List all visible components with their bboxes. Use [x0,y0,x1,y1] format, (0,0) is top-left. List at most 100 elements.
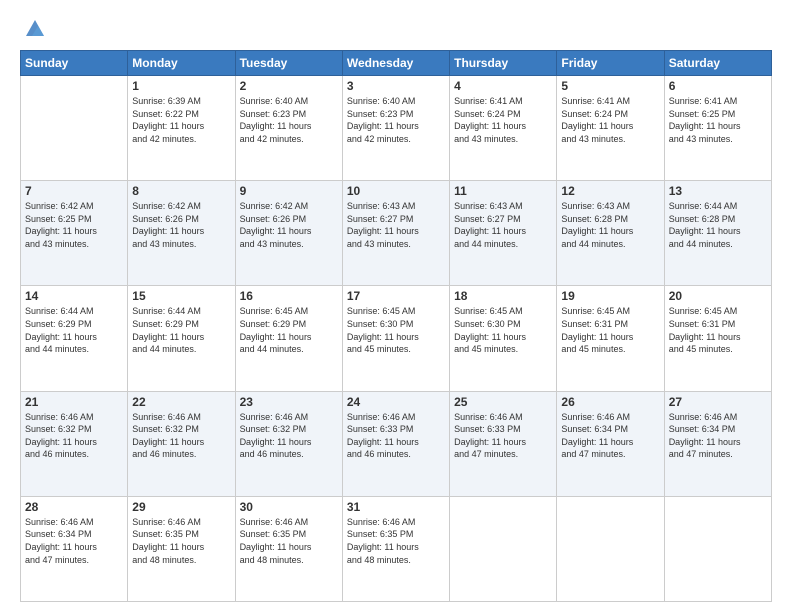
calendar-cell: 29Sunrise: 6:46 AM Sunset: 6:35 PM Dayli… [128,496,235,601]
day-number: 3 [347,79,445,93]
day-number: 4 [454,79,552,93]
day-content: Sunrise: 6:44 AM Sunset: 6:28 PM Dayligh… [669,200,767,250]
calendar-cell: 18 Sunrise: 6:45 AM Sunset: 6:30 PM Dayli… [450,286,557,391]
weekday-header: Sunday [21,51,128,76]
calendar-cell: 7Sunrise: 6:42 AM Sunset: 6:25 PM Daylig… [21,181,128,286]
calendar-cell: 22 Sunrise: 6:46 AM Sunset: 6:32 PM Dayli… [128,391,235,496]
day-content: Sunrise: 6:41 AM Sunset: 6:24 PM Dayligh… [561,95,659,145]
day-number: 2 [240,79,338,93]
day-content: Sunrise: 6:46 AM Sunset: 6:34 PM Dayligh… [561,411,659,461]
day-number: 16 [240,289,338,303]
calendar-cell: 19 Sunrise: 6:45 AM Sunset: 6:31 PM Dayli… [557,286,664,391]
weekday-header: Saturday [664,51,771,76]
day-content: Sunrise: 6:41 AM Sunset: 6:24 PM Dayligh… [454,95,552,145]
calendar-cell: 10 Sunrise: 6:43 AM Sunset: 6:27 PM Dayli… [342,181,449,286]
calendar-cell: 30Sunrise: 6:46 AM Sunset: 6:35 PM Dayli… [235,496,342,601]
day-content: Sunrise: 6:45 AM Sunset: 6:30 PM Dayligh… [454,305,552,355]
day-number: 22 [132,395,230,409]
logo [20,16,46,40]
day-content: Sunrise: 6:43 AM Sunset: 6:27 PM Dayligh… [454,200,552,250]
calendar-cell: 12 Sunrise: 6:43 AM Sunset: 6:28 PM Dayli… [557,181,664,286]
day-number: 13 [669,184,767,198]
calendar-cell: 31Sunrise: 6:46 AM Sunset: 6:35 PM Dayli… [342,496,449,601]
day-number: 15 [132,289,230,303]
day-content: Sunrise: 6:45 AM Sunset: 6:31 PM Dayligh… [561,305,659,355]
calendar-cell [21,76,128,181]
day-content: Sunrise: 6:46 AM Sunset: 6:32 PM Dayligh… [25,411,123,461]
calendar-cell [664,496,771,601]
calendar-cell: 2Sunrise: 6:40 AM Sunset: 6:23 PM Daylig… [235,76,342,181]
calendar-week-row: 1 Sunrise: 6:39 AM Sunset: 6:22 PM Daylig… [21,76,772,181]
day-number: 21 [25,395,123,409]
day-content: Sunrise: 6:44 AM Sunset: 6:29 PM Dayligh… [25,305,123,355]
day-content: Sunrise: 6:46 AM Sunset: 6:33 PM Dayligh… [347,411,445,461]
day-content: Sunrise: 6:42 AM Sunset: 6:26 PM Dayligh… [240,200,338,250]
calendar-cell: 17 Sunrise: 6:45 AM Sunset: 6:30 PM Dayli… [342,286,449,391]
calendar-cell [557,496,664,601]
weekday-header: Monday [128,51,235,76]
day-content: Sunrise: 6:43 AM Sunset: 6:28 PM Dayligh… [561,200,659,250]
day-content: Sunrise: 6:46 AM Sunset: 6:34 PM Dayligh… [669,411,767,461]
calendar-table: SundayMondayTuesdayWednesdayThursdayFrid… [20,50,772,602]
day-number: 30 [240,500,338,514]
calendar-cell: 26 Sunrise: 6:46 AM Sunset: 6:34 PM Dayli… [557,391,664,496]
day-number: 28 [25,500,123,514]
calendar-week-row: 14 Sunrise: 6:44 AM Sunset: 6:29 PM Dayli… [21,286,772,391]
calendar-week-row: 7Sunrise: 6:42 AM Sunset: 6:25 PM Daylig… [21,181,772,286]
calendar-cell [450,496,557,601]
calendar-cell: 11 Sunrise: 6:43 AM Sunset: 6:27 PM Dayli… [450,181,557,286]
day-content: Sunrise: 6:46 AM Sunset: 6:34 PM Dayligh… [25,516,123,566]
page-header [20,16,772,40]
calendar-cell: 16 Sunrise: 6:45 AM Sunset: 6:29 PM Dayli… [235,286,342,391]
calendar-cell: 24 Sunrise: 6:46 AM Sunset: 6:33 PM Dayli… [342,391,449,496]
calendar-cell: 25Sunrise: 6:46 AM Sunset: 6:33 PM Dayli… [450,391,557,496]
day-number: 10 [347,184,445,198]
day-number: 5 [561,79,659,93]
day-number: 19 [561,289,659,303]
calendar-cell: 5 Sunrise: 6:41 AM Sunset: 6:24 PM Daylig… [557,76,664,181]
day-content: Sunrise: 6:45 AM Sunset: 6:30 PM Dayligh… [347,305,445,355]
day-number: 20 [669,289,767,303]
calendar-cell: 23 Sunrise: 6:46 AM Sunset: 6:32 PM Dayli… [235,391,342,496]
calendar-cell: 15 Sunrise: 6:44 AM Sunset: 6:29 PM Dayli… [128,286,235,391]
calendar-cell: 1 Sunrise: 6:39 AM Sunset: 6:22 PM Daylig… [128,76,235,181]
calendar-cell: 27 Sunrise: 6:46 AM Sunset: 6:34 PM Dayli… [664,391,771,496]
day-number: 29 [132,500,230,514]
calendar-cell: 6Sunrise: 6:41 AM Sunset: 6:25 PM Daylig… [664,76,771,181]
day-content: Sunrise: 6:42 AM Sunset: 6:26 PM Dayligh… [132,200,230,250]
calendar-cell: 28 Sunrise: 6:46 AM Sunset: 6:34 PM Dayli… [21,496,128,601]
day-number: 6 [669,79,767,93]
day-number: 12 [561,184,659,198]
weekday-header: Friday [557,51,664,76]
calendar-cell: 4 Sunrise: 6:41 AM Sunset: 6:24 PM Daylig… [450,76,557,181]
day-number: 31 [347,500,445,514]
calendar-cell: 8Sunrise: 6:42 AM Sunset: 6:26 PM Daylig… [128,181,235,286]
day-number: 11 [454,184,552,198]
day-number: 18 [454,289,552,303]
day-number: 9 [240,184,338,198]
day-content: Sunrise: 6:45 AM Sunset: 6:31 PM Dayligh… [669,305,767,355]
day-number: 1 [132,79,230,93]
day-number: 26 [561,395,659,409]
calendar-cell: 21 Sunrise: 6:46 AM Sunset: 6:32 PM Dayli… [21,391,128,496]
weekday-header-row: SundayMondayTuesdayWednesdayThursdayFrid… [21,51,772,76]
calendar-cell: 9 Sunrise: 6:42 AM Sunset: 6:26 PM Daylig… [235,181,342,286]
day-number: 14 [25,289,123,303]
day-number: 25 [454,395,552,409]
day-content: Sunrise: 6:46 AM Sunset: 6:32 PM Dayligh… [132,411,230,461]
day-number: 23 [240,395,338,409]
day-number: 24 [347,395,445,409]
logo-icon [24,18,46,40]
weekday-header: Thursday [450,51,557,76]
calendar-cell: 13 Sunrise: 6:44 AM Sunset: 6:28 PM Dayli… [664,181,771,286]
day-number: 17 [347,289,445,303]
day-content: Sunrise: 6:43 AM Sunset: 6:27 PM Dayligh… [347,200,445,250]
day-content: Sunrise: 6:39 AM Sunset: 6:22 PM Dayligh… [132,95,230,145]
day-number: 27 [669,395,767,409]
day-content: Sunrise: 6:46 AM Sunset: 6:32 PM Dayligh… [240,411,338,461]
day-content: Sunrise: 6:45 AM Sunset: 6:29 PM Dayligh… [240,305,338,355]
calendar-cell: 3Sunrise: 6:40 AM Sunset: 6:23 PM Daylig… [342,76,449,181]
day-content: Sunrise: 6:44 AM Sunset: 6:29 PM Dayligh… [132,305,230,355]
weekday-header: Tuesday [235,51,342,76]
day-content: Sunrise: 6:42 AM Sunset: 6:25 PM Dayligh… [25,200,123,250]
